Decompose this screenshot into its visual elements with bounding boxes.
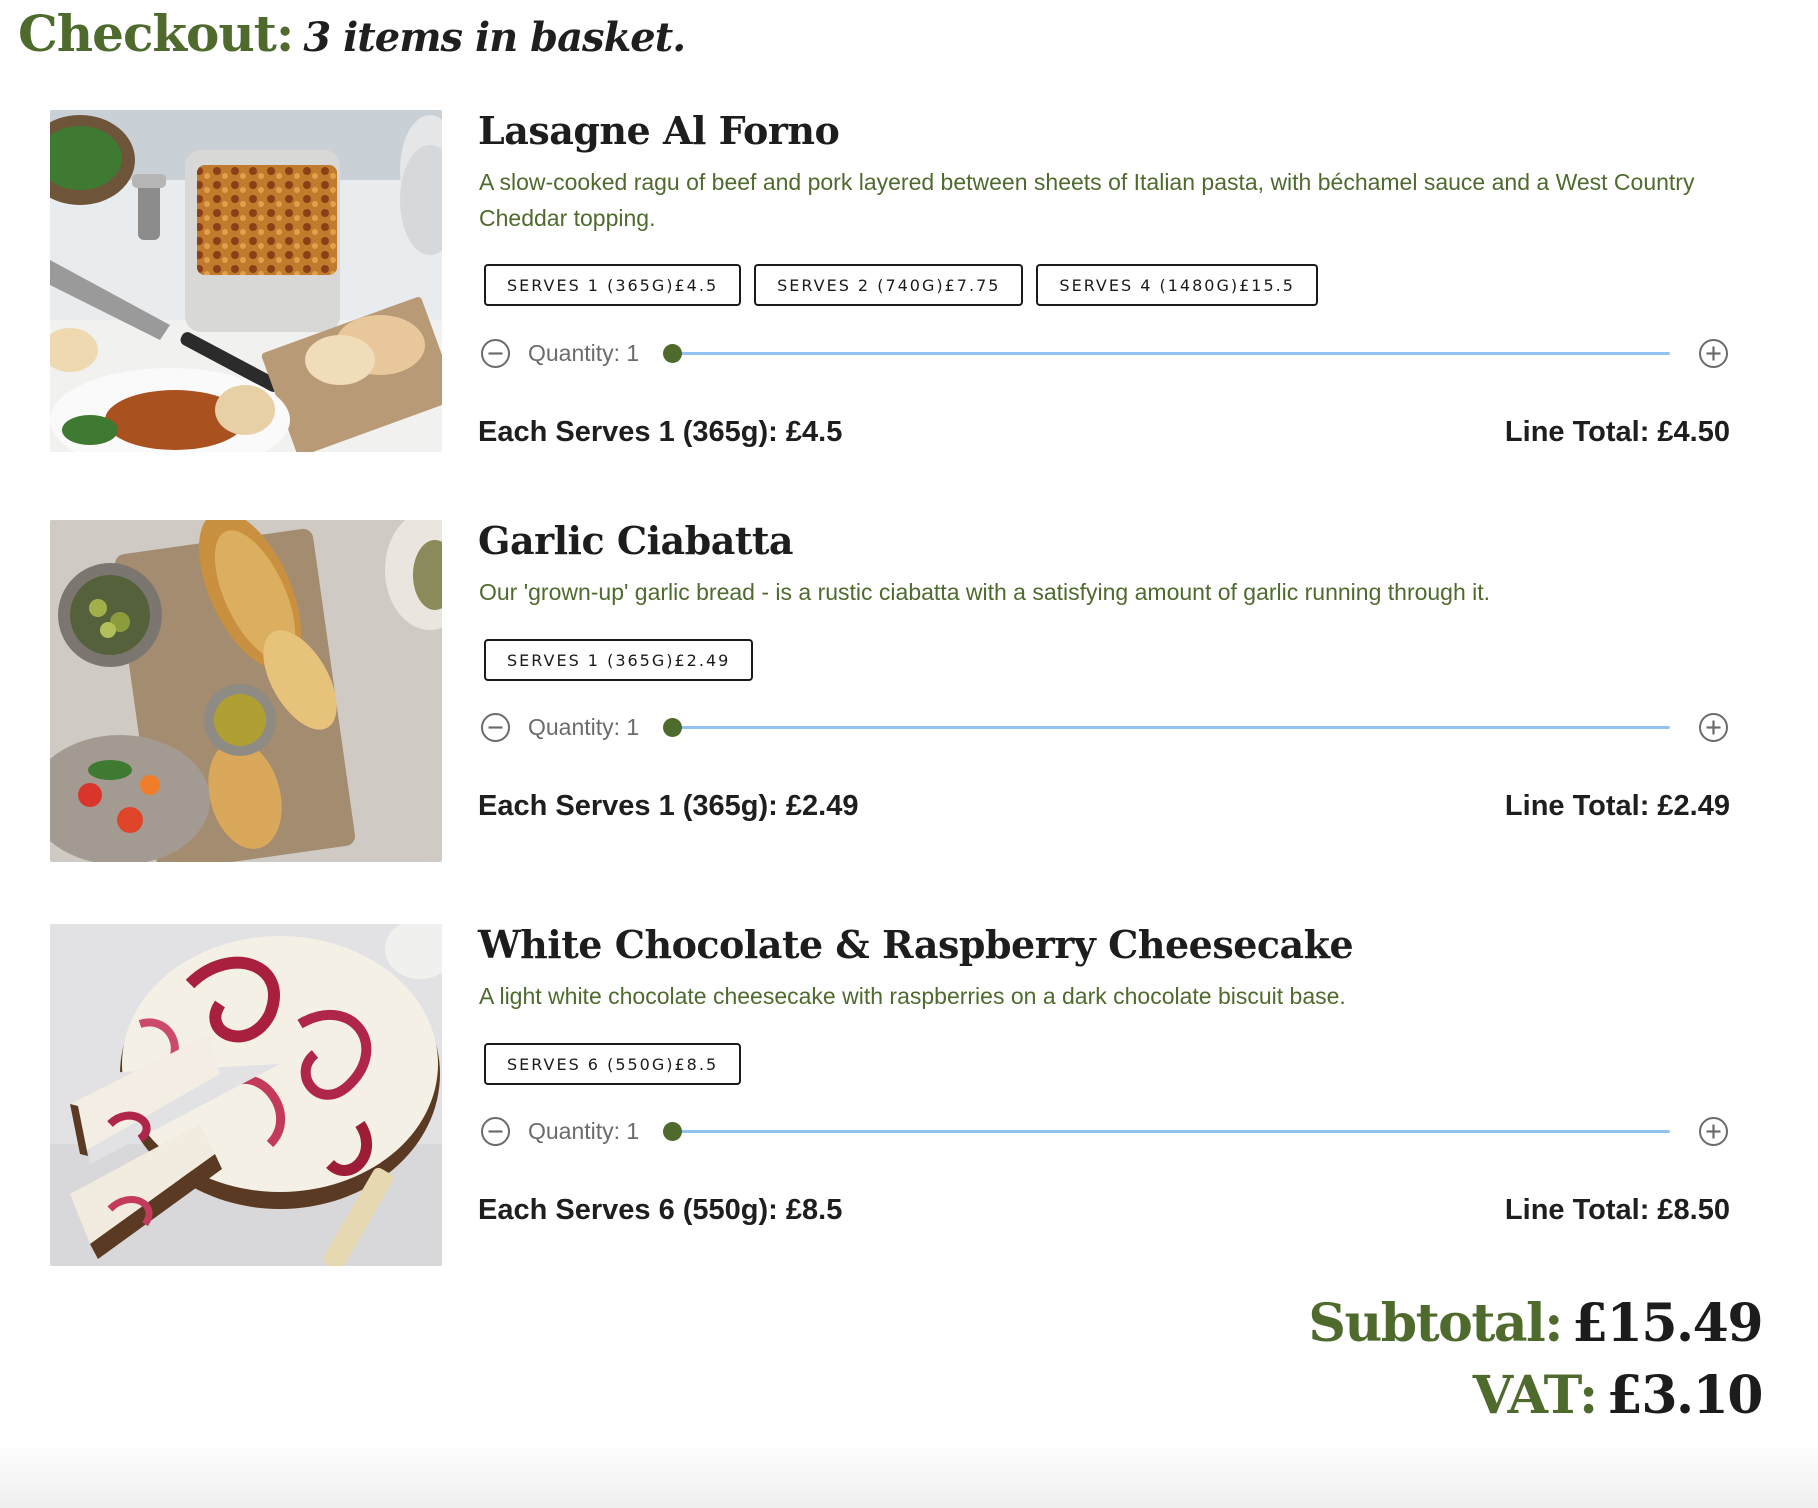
size-option-serves-4[interactable]: SERVES 4 (1480G)£15.5 [1036, 264, 1318, 306]
quantity-control: Quantity: 1 [480, 1114, 1730, 1148]
lasagne-image [50, 110, 442, 452]
quantity-slider-track[interactable] [673, 726, 1670, 729]
item-description: A slow-cooked ragu of beef and pork laye… [479, 169, 1695, 231]
lasagne-photo [50, 110, 442, 452]
minus-circle-icon[interactable] [480, 712, 511, 743]
total-value: £18.59 [1571, 1437, 1764, 1498]
subtotal-value: £15.49 [1571, 1293, 1764, 1354]
cheesecake-image [50, 924, 442, 1266]
item-name: Lasagne Al Forno [478, 108, 840, 153]
size-options: SERVES 1 (365G)£4.5 SERVES 2 (740G)£7.75… [484, 264, 1318, 306]
plus-circle-icon[interactable] [1698, 338, 1729, 369]
total-label: Total: [1406, 1437, 1564, 1498]
item-description: Our 'grown-up' garlic bread - is a rusti… [479, 579, 1491, 605]
quantity-slider-thumb[interactable] [663, 1122, 682, 1141]
vat-value: £3.10 [1606, 1365, 1764, 1426]
line-total: Line Total: £4.50 [1504, 416, 1730, 448]
basket-item-lasagne: Lasagne Al Forno A slow-cooked ragu of b… [0, 108, 1818, 455]
size-option-serves-1[interactable]: SERVES 1 (365G)£4.5 [484, 264, 742, 306]
quantity-label: Quantity: 1 [528, 1118, 640, 1144]
item-description: A light white chocolate cheesecake with … [479, 983, 1346, 1009]
page-title: Checkout: 3 items in basket. [18, 4, 686, 64]
quantity-control: Quantity: 1 [480, 336, 1730, 370]
plus-circle-icon[interactable] [1698, 1116, 1729, 1147]
order-totals: Subtotal: £15.49 VAT: £3.10 Total: £18.59 [1308, 1288, 1764, 1504]
vat-row: VAT: £3.10 [1308, 1360, 1764, 1432]
quantity-label: Quantity: 1 [528, 340, 640, 366]
item-name: White Chocolate & Raspberry Cheesecake [478, 922, 1354, 967]
basket-count: 3 items in basket. [303, 14, 686, 61]
each-price: Each Serves 1 (365g): £4.5 [478, 416, 843, 448]
quantity-control: Quantity: 1 [480, 710, 1730, 744]
each-price: Each Serves 1 (365g): £2.49 [478, 790, 859, 822]
quantity-label: Quantity: 1 [528, 714, 640, 740]
size-option-serves-6[interactable]: SERVES 6 (550G)£8.5 [484, 1043, 742, 1085]
checkout-heading: Checkout: [18, 4, 294, 63]
plus-circle-icon[interactable] [1698, 712, 1729, 743]
vat-label: VAT: [1472, 1365, 1598, 1426]
minus-circle-icon[interactable] [480, 1116, 511, 1147]
size-options: SERVES 1 (365G)£2.49 [484, 639, 754, 681]
quantity-slider-thumb[interactable] [663, 344, 682, 363]
size-option-serves-2[interactable]: SERVES 2 (740G)£7.75 [754, 264, 1024, 306]
minus-circle-icon[interactable] [480, 338, 511, 369]
size-option-serves-1[interactable]: SERVES 1 (365G)£2.49 [484, 639, 754, 681]
basket-item-cheesecake: White Chocolate & Raspberry Cheesecake A… [0, 922, 1818, 1269]
garlic-ciabatta-photo [50, 520, 442, 862]
quantity-slider-track[interactable] [673, 1130, 1670, 1133]
total-row: Total: £18.59 [1308, 1432, 1764, 1504]
garlic-ciabatta-image [50, 520, 442, 862]
quantity-slider-thumb[interactable] [663, 718, 682, 737]
quantity-slider-track[interactable] [673, 352, 1670, 355]
subtotal-row: Subtotal: £15.49 [1308, 1288, 1764, 1360]
each-price: Each Serves 6 (550g): £8.5 [478, 1194, 843, 1226]
subtotal-label: Subtotal: [1308, 1293, 1563, 1354]
line-total: Line Total: £8.50 [1504, 1194, 1730, 1226]
item-name: Garlic Ciabatta [478, 518, 794, 563]
cheesecake-photo [50, 924, 442, 1266]
line-total: Line Total: £2.49 [1504, 790, 1730, 822]
basket-item-garlic-ciabatta: Garlic Ciabatta Our 'grown-up' garlic br… [0, 518, 1818, 865]
size-options: SERVES 6 (550G)£8.5 [484, 1043, 742, 1085]
